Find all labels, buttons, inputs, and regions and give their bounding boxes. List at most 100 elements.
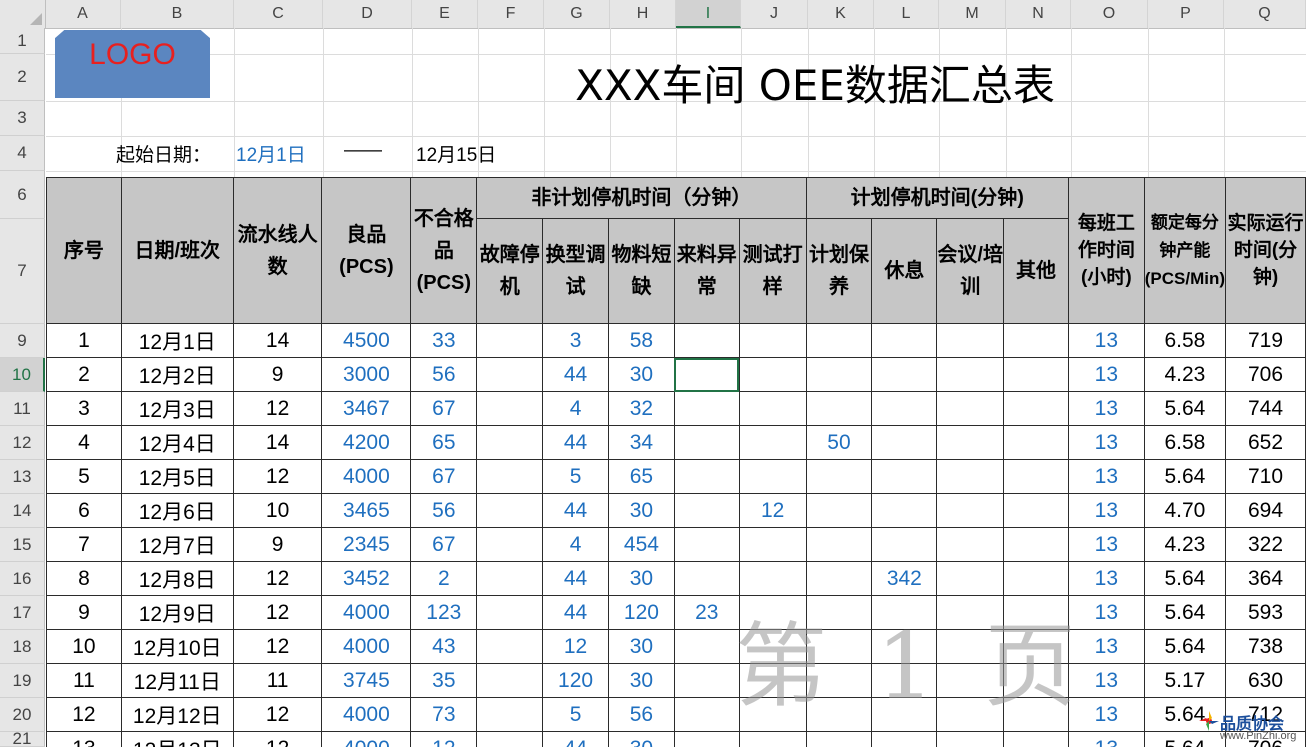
cell-shift-hours[interactable]: 13 bbox=[1067, 561, 1145, 596]
cell-unplanned-2[interactable]: 454 bbox=[608, 527, 675, 562]
cell-actual-run[interactable]: 719 bbox=[1225, 323, 1306, 358]
cell-unplanned-3[interactable] bbox=[673, 357, 740, 392]
cell-planned-0[interactable] bbox=[805, 323, 873, 358]
cell-unplanned-3[interactable] bbox=[673, 629, 740, 664]
cell-planned-3[interactable] bbox=[1003, 459, 1069, 494]
column-header-f[interactable]: F bbox=[478, 0, 544, 28]
column-header-h[interactable]: H bbox=[610, 0, 676, 28]
cell-defect[interactable]: 73 bbox=[410, 697, 478, 732]
cell-defect[interactable]: 56 bbox=[410, 493, 478, 528]
cell-rated-rate[interactable]: 5.17 bbox=[1143, 663, 1227, 698]
cell-good[interactable]: 4000 bbox=[321, 731, 412, 747]
row-header-2[interactable]: 2 bbox=[0, 54, 45, 101]
start-date-value[interactable]: 12月1日 bbox=[236, 140, 306, 167]
cell-rated-rate[interactable]: 5.64 bbox=[1143, 629, 1227, 664]
row-header-21[interactable]: 21 bbox=[0, 729, 45, 747]
cell-unplanned-1[interactable]: 44 bbox=[542, 731, 609, 747]
cell-actual-run[interactable]: 593 bbox=[1225, 595, 1306, 630]
cell-unplanned-0[interactable] bbox=[476, 731, 544, 747]
cell-unplanned-4[interactable] bbox=[738, 731, 807, 747]
header-defect[interactable]: 不合格品(PCS) bbox=[410, 177, 478, 324]
cell-good[interactable]: 3000 bbox=[321, 357, 412, 392]
cell-planned-1[interactable] bbox=[871, 425, 938, 460]
header-good[interactable]: 良品(PCS) bbox=[321, 177, 412, 324]
select-all-corner[interactable] bbox=[0, 0, 46, 28]
cell-good[interactable]: 4000 bbox=[321, 459, 412, 494]
cell-unplanned-0[interactable] bbox=[476, 493, 544, 528]
cell-planned-3[interactable] bbox=[1003, 391, 1069, 426]
cell-unplanned-1[interactable]: 44 bbox=[542, 357, 609, 392]
cell-planned-1[interactable] bbox=[871, 357, 938, 392]
cell-rated-rate[interactable]: 4.23 bbox=[1143, 527, 1227, 562]
cell-seq[interactable]: 13 bbox=[46, 731, 122, 747]
cell-unplanned-2[interactable]: 56 bbox=[608, 697, 675, 732]
cell-planned-2[interactable] bbox=[936, 323, 1005, 358]
cell-actual-run[interactable]: 630 bbox=[1225, 663, 1306, 698]
cell-people[interactable]: 11 bbox=[232, 663, 323, 698]
cell-seq[interactable]: 2 bbox=[46, 357, 122, 392]
header-date-shift[interactable]: 日期/班次 bbox=[120, 177, 234, 324]
row-header-6[interactable]: 6 bbox=[0, 171, 45, 219]
logo-shape[interactable]: LOGO bbox=[55, 30, 210, 98]
cell-planned-3[interactable] bbox=[1003, 357, 1069, 392]
cell-planned-1[interactable] bbox=[871, 323, 938, 358]
cell-unplanned-1[interactable]: 4 bbox=[542, 527, 609, 562]
cell-unplanned-1[interactable]: 3 bbox=[542, 323, 609, 358]
cell-unplanned-3[interactable] bbox=[673, 323, 740, 358]
cell-good[interactable]: 3745 bbox=[321, 663, 412, 698]
header-unplanned-group[interactable]: 非计划停机时间（分钟） bbox=[476, 177, 807, 219]
cell-good[interactable]: 4200 bbox=[321, 425, 412, 460]
cell-unplanned-4[interactable] bbox=[738, 323, 807, 358]
header-planned-3[interactable]: 其他 bbox=[1003, 218, 1069, 324]
cell-people[interactable]: 14 bbox=[232, 425, 323, 460]
cell-planned-2[interactable] bbox=[936, 731, 1005, 747]
cell-unplanned-1[interactable]: 5 bbox=[542, 459, 609, 494]
cell-planned-0[interactable]: 50 bbox=[805, 425, 873, 460]
cell-planned-2[interactable] bbox=[936, 561, 1005, 596]
cell-planned-2[interactable] bbox=[936, 459, 1005, 494]
cell-unplanned-1[interactable]: 44 bbox=[542, 561, 609, 596]
spreadsheet[interactable]: ABCDEFGHIJKLMNOPQ 1 2 3 4 6 7 9 10 11 12 13 14 15 16 1… bbox=[0, 0, 1306, 747]
cell-shift-hours[interactable]: 13 bbox=[1067, 731, 1145, 747]
cell-planned-0[interactable] bbox=[805, 493, 873, 528]
cell-unplanned-0[interactable] bbox=[476, 561, 544, 596]
cell-rated-rate[interactable]: 5.64 bbox=[1143, 595, 1227, 630]
cell-people[interactable]: 12 bbox=[232, 561, 323, 596]
cell-actual-run[interactable]: 652 bbox=[1225, 425, 1306, 460]
cell-date[interactable]: 12月4日 bbox=[120, 425, 234, 460]
column-header-k[interactable]: K bbox=[808, 0, 874, 28]
cell-defect[interactable]: 2 bbox=[410, 561, 478, 596]
header-actual-run[interactable]: 实际运行时间(分钟) bbox=[1225, 177, 1306, 324]
cell-planned-0[interactable] bbox=[805, 459, 873, 494]
cell-unplanned-0[interactable] bbox=[476, 425, 544, 460]
cell-unplanned-1[interactable]: 5 bbox=[542, 697, 609, 732]
cell-unplanned-1[interactable]: 44 bbox=[542, 595, 609, 630]
cell-planned-1[interactable] bbox=[871, 527, 938, 562]
cell-planned-3[interactable] bbox=[1003, 425, 1069, 460]
cell-rated-rate[interactable]: 4.70 bbox=[1143, 493, 1227, 528]
header-unplanned-1[interactable]: 换型调试 bbox=[542, 218, 609, 324]
cell-people[interactable]: 12 bbox=[232, 697, 323, 732]
row-header-14[interactable]: 14 bbox=[0, 494, 45, 528]
cell-planned-3[interactable] bbox=[1003, 527, 1069, 562]
header-unplanned-4[interactable]: 测试打样 bbox=[738, 218, 807, 324]
row-header-3[interactable]: 3 bbox=[0, 101, 45, 136]
cell-good[interactable]: 3467 bbox=[321, 391, 412, 426]
cell-unplanned-0[interactable] bbox=[476, 697, 544, 732]
cell-unplanned-2[interactable]: 65 bbox=[608, 459, 675, 494]
cell-seq[interactable]: 4 bbox=[46, 425, 122, 460]
cell-planned-2[interactable] bbox=[936, 357, 1005, 392]
column-header-q[interactable]: Q bbox=[1224, 0, 1306, 28]
cell-shift-hours[interactable]: 13 bbox=[1067, 357, 1145, 392]
cell-unplanned-2[interactable]: 30 bbox=[608, 629, 675, 664]
header-planned-2[interactable]: 会议/培训 bbox=[936, 218, 1005, 324]
cell-good[interactable]: 3452 bbox=[321, 561, 412, 596]
cell-defect[interactable]: 33 bbox=[410, 323, 478, 358]
cell-actual-run[interactable]: 710 bbox=[1225, 459, 1306, 494]
cell-people[interactable]: 12 bbox=[232, 459, 323, 494]
row-header-10[interactable]: 10 bbox=[0, 358, 45, 392]
cell-shift-hours[interactable]: 13 bbox=[1067, 493, 1145, 528]
cell-unplanned-4[interactable] bbox=[738, 391, 807, 426]
cell-rated-rate[interactable]: 6.58 bbox=[1143, 323, 1227, 358]
cell-shift-hours[interactable]: 13 bbox=[1067, 323, 1145, 358]
